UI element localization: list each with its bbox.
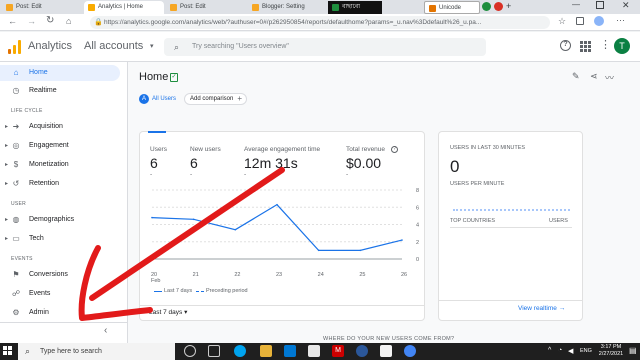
cortana-icon[interactable]: [184, 345, 196, 357]
app-icon[interactable]: [356, 345, 368, 357]
app-icon[interactable]: M: [332, 345, 344, 357]
taskbar-search-input[interactable]: ⌕ Type here to search: [18, 343, 175, 360]
clock[interactable]: 3:17 PM 2/27/2021: [596, 344, 626, 357]
chrome-icon[interactable]: [404, 345, 416, 357]
wifi-icon[interactable]: ◔: [558, 347, 562, 354]
clock-time: 3:17 PM: [600, 344, 622, 350]
edge-icon[interactable]: [234, 345, 246, 357]
store-icon[interactable]: [284, 345, 296, 357]
task-view-icon[interactable]: [208, 345, 220, 357]
volume-icon[interactable]: ◀: [568, 347, 573, 355]
notifications-icon[interactable]: ▤: [629, 346, 637, 355]
windows-start-icon[interactable]: [3, 346, 13, 356]
annotation-arrow: [78, 167, 285, 321]
app-icon[interactable]: [380, 345, 392, 357]
taskbar-search-placeholder: Type here to search: [40, 348, 102, 355]
file-explorer-icon[interactable]: [260, 345, 272, 357]
language-indicator[interactable]: ENG: [580, 348, 592, 354]
search-icon: ⌕: [25, 346, 31, 356]
tray-chevron-icon[interactable]: ^: [548, 347, 551, 354]
mail-icon[interactable]: [308, 345, 320, 357]
clock-date: 2/27/2021: [598, 351, 624, 357]
